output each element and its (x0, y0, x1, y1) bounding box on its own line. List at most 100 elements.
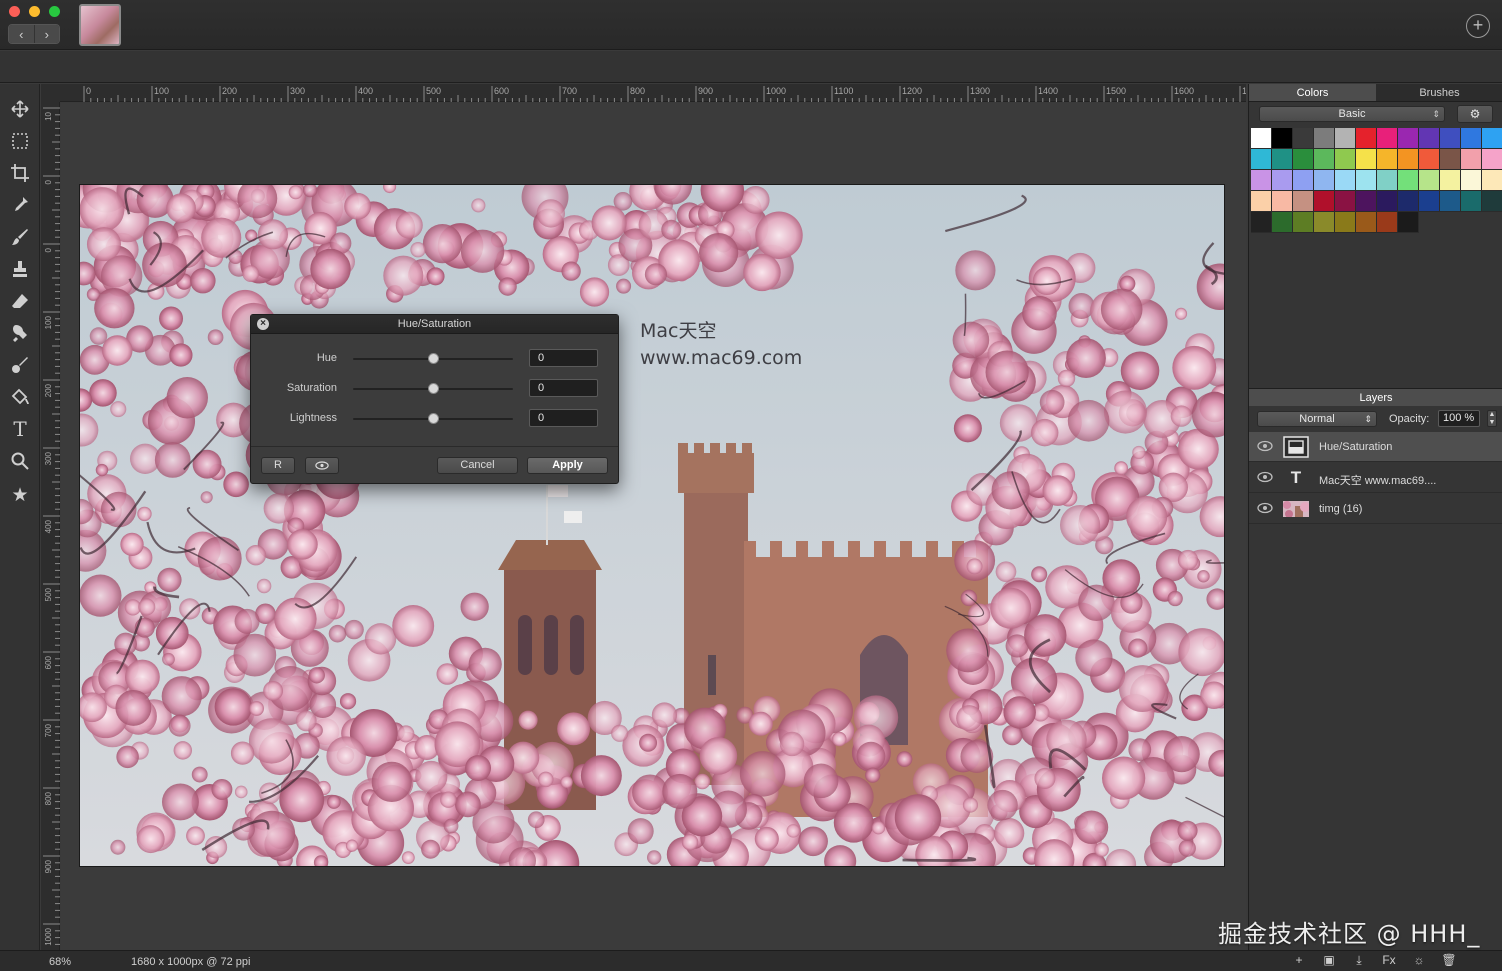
color-swatch[interactable] (1314, 191, 1335, 212)
new-layer-icon[interactable]: ▣ (1320, 953, 1338, 967)
brush-icon[interactable] (6, 224, 34, 250)
layer-row[interactable]: timg (16) (1249, 494, 1502, 524)
color-swatch[interactable] (1335, 170, 1356, 191)
move-icon[interactable] (6, 96, 34, 122)
color-swatch[interactable] (1335, 191, 1356, 212)
fx-icon[interactable]: Fx (1380, 953, 1398, 967)
hue-slider[interactable] (353, 353, 513, 364)
color-swatch[interactable] (1251, 212, 1272, 233)
color-swatch[interactable] (1377, 149, 1398, 170)
color-swatch[interactable] (1272, 149, 1293, 170)
zoom-window-button[interactable] (49, 6, 60, 17)
color-swatch[interactable] (1272, 170, 1293, 191)
lightness-field[interactable] (529, 409, 598, 427)
saturation-slider[interactable] (353, 383, 513, 394)
color-swatch[interactable] (1440, 170, 1461, 191)
color-swatch[interactable] (1293, 212, 1314, 233)
cancel-button[interactable]: Cancel (437, 457, 518, 474)
color-swatch[interactable] (1356, 170, 1377, 191)
fill-icon[interactable] (6, 384, 34, 410)
color-swatch[interactable] (1461, 128, 1482, 149)
color-swatch[interactable] (1272, 128, 1293, 149)
swatch-preset-select[interactable]: Basic ⇕ (1259, 106, 1445, 122)
download-icon[interactable]: ⤓ (1350, 953, 1368, 968)
color-swatch[interactable] (1419, 128, 1440, 149)
color-swatch[interactable] (1482, 170, 1502, 191)
color-swatch[interactable] (1272, 191, 1293, 212)
color-swatch[interactable] (1482, 191, 1502, 212)
color-swatch[interactable] (1251, 170, 1272, 191)
color-swatch[interactable] (1461, 149, 1482, 170)
chevron-left-icon[interactable]: ‹ (9, 25, 34, 43)
tab-colors[interactable]: Colors (1249, 84, 1376, 102)
lightness-slider-thumb[interactable] (428, 413, 439, 424)
color-swatch[interactable] (1251, 149, 1272, 170)
color-swatch[interactable] (1461, 170, 1482, 191)
text-icon[interactable]: T (6, 416, 34, 442)
color-swatch[interactable] (1335, 128, 1356, 149)
color-swatch[interactable] (1398, 170, 1419, 191)
eraser-icon[interactable] (6, 288, 34, 314)
color-swatch[interactable] (1251, 191, 1272, 212)
preview-button[interactable] (305, 457, 339, 474)
layer-row[interactable]: T Mac天空 www.mac69.... (1249, 463, 1502, 493)
color-swatch[interactable] (1356, 212, 1377, 233)
horizontal-ruler[interactable]: 0 100 200 300 400 500 600 700 800 900 1000 1100 1200… (60, 84, 1246, 102)
color-swatch[interactable] (1293, 149, 1314, 170)
lightness-slider[interactable] (353, 413, 513, 424)
color-swatch[interactable] (1440, 191, 1461, 212)
color-swatch[interactable] (1419, 149, 1440, 170)
blend-mode-select[interactable]: Normal ⇕ (1257, 411, 1377, 427)
color-swatch[interactable] (1440, 128, 1461, 149)
color-swatch[interactable] (1482, 128, 1502, 149)
marquee-icon[interactable] (6, 128, 34, 154)
minimize-window-button[interactable] (29, 6, 40, 17)
color-swatch[interactable] (1314, 170, 1335, 191)
color-swatch[interactable] (1461, 191, 1482, 212)
saturation-field[interactable] (529, 379, 598, 397)
color-swatch[interactable] (1377, 170, 1398, 191)
color-swatch[interactable] (1377, 191, 1398, 212)
saturation-slider-thumb[interactable] (428, 383, 439, 394)
hue-field[interactable] (529, 349, 598, 367)
color-swatch[interactable] (1335, 212, 1356, 233)
eye-icon[interactable] (1257, 471, 1273, 483)
plus-circle-icon[interactable]: + (1466, 14, 1490, 38)
color-swatch[interactable] (1419, 191, 1440, 212)
chevron-right-icon[interactable]: › (33, 25, 59, 43)
color-swatch[interactable] (1293, 128, 1314, 149)
opacity-field[interactable]: 100 % (1438, 410, 1480, 427)
gear-icon[interactable]: ⚙ (1457, 105, 1493, 123)
crop-icon[interactable] (6, 160, 34, 186)
color-swatch[interactable] (1398, 212, 1419, 233)
close-window-button[interactable] (9, 6, 20, 17)
color-swatch[interactable] (1482, 149, 1502, 170)
apply-button[interactable]: Apply (527, 457, 608, 474)
close-icon[interactable]: × (257, 318, 269, 330)
color-swatch[interactable] (1398, 191, 1419, 212)
hue-slider-thumb[interactable] (428, 353, 439, 364)
document-canvas[interactable] (80, 185, 1224, 866)
color-swatch[interactable] (1356, 191, 1377, 212)
stamp-icon[interactable] (6, 256, 34, 282)
color-swatch[interactable] (1272, 212, 1293, 233)
zoom-icon[interactable] (6, 448, 34, 474)
trash-icon[interactable]: 🗑 (1440, 953, 1458, 967)
vertical-ruler[interactable]: 100010020030040050060070080090010001100 (41, 102, 60, 950)
document-thumbnail[interactable] (79, 4, 121, 46)
pen-icon[interactable] (6, 352, 34, 378)
canvas-text-layer[interactable]: Mac天空 www.mac69.com (640, 318, 802, 372)
color-swatch[interactable] (1293, 191, 1314, 212)
eyedropper-icon[interactable] (6, 192, 34, 218)
zoom-level[interactable]: 68% (49, 956, 71, 968)
color-swatch[interactable] (1398, 149, 1419, 170)
eye-icon[interactable] (1257, 502, 1273, 514)
color-swatch[interactable] (1377, 128, 1398, 149)
opacity-stepper[interactable]: ▲ ▼ (1487, 410, 1497, 427)
color-swatch[interactable] (1356, 149, 1377, 170)
color-swatch[interactable] (1356, 128, 1377, 149)
color-swatch[interactable] (1335, 149, 1356, 170)
color-swatch[interactable] (1377, 212, 1398, 233)
color-swatch[interactable] (1314, 128, 1335, 149)
color-swatch[interactable] (1314, 212, 1335, 233)
